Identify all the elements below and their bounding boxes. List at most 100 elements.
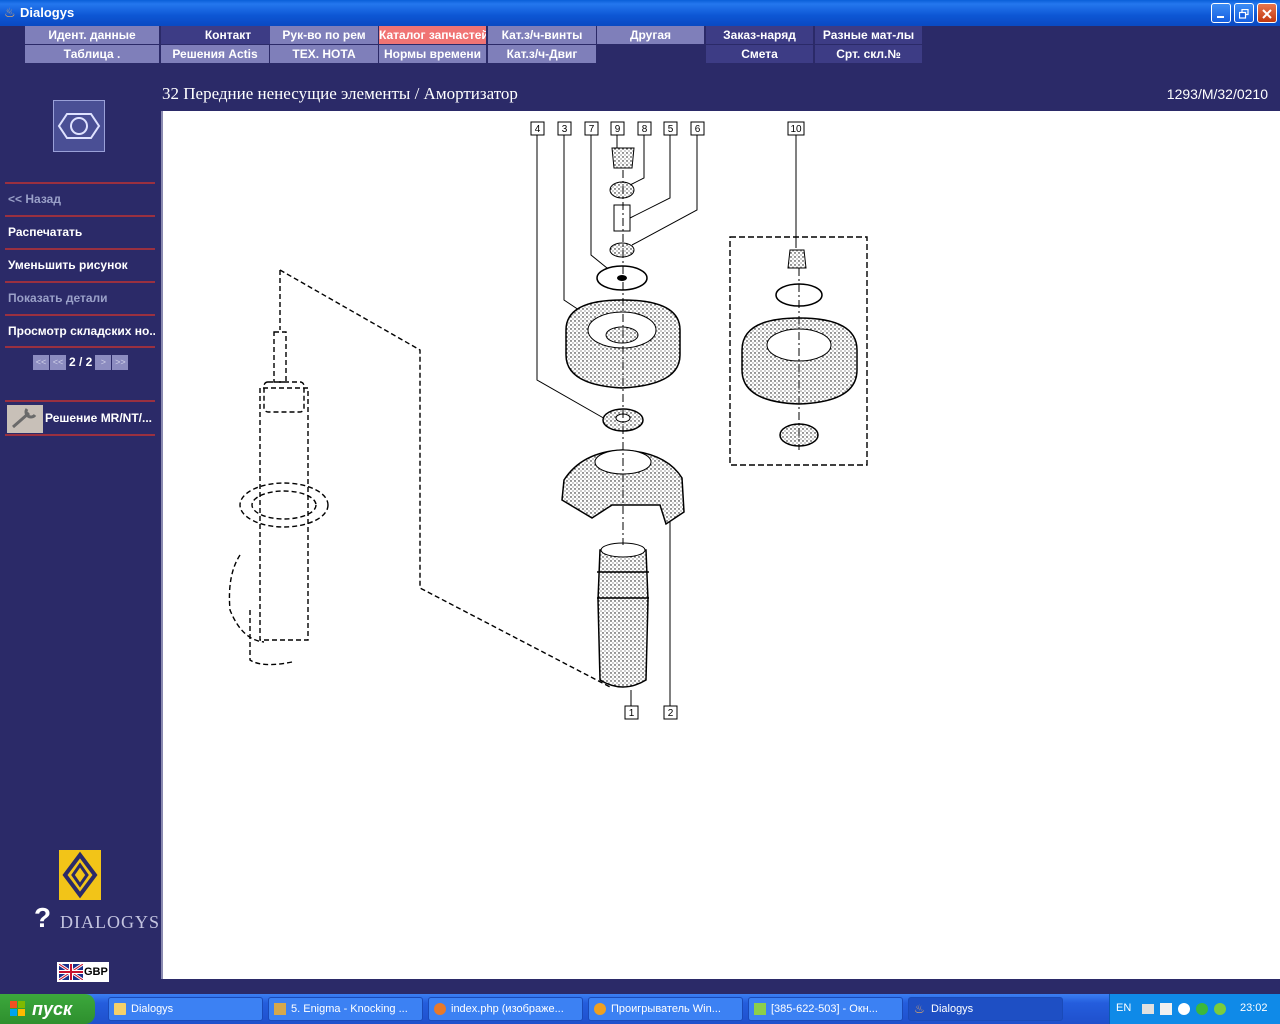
svg-text:8: 8: [642, 124, 648, 135]
firefox-icon: [434, 1003, 446, 1015]
page-title: 32 Передние ненесущие элементы / Амортиз…: [162, 84, 518, 103]
hex-nut-icon: [57, 113, 101, 139]
windows-logo-icon: [10, 1001, 25, 1016]
zoom-out-link[interactable]: Уменьшить рисунок: [5, 248, 155, 280]
callout-9[interactable]: 9: [610, 121, 625, 136]
pager-first-button[interactable]: <<: [33, 354, 49, 370]
menu-repair-manual[interactable]: Рук-во по рем: [270, 26, 378, 44]
menu-screws-catalog[interactable]: Кат.з/ч-винты: [488, 26, 596, 44]
wrench-icon: [7, 405, 43, 433]
print-link[interactable]: Распечатать: [5, 215, 155, 247]
renault-logo: [59, 850, 101, 900]
back-link[interactable]: << Назад: [5, 182, 155, 214]
java-cup-icon: ♨: [914, 1002, 925, 1016]
pager-prev-button[interactable]: <<: [50, 354, 66, 370]
svg-text:4: 4: [535, 124, 541, 135]
dust-boot-part-1[interactable]: [597, 542, 649, 688]
task-label: Dialogys: [931, 1003, 974, 1015]
task-icq[interactable]: [385-622-503] - Окн...: [748, 997, 903, 1021]
pager-last-button[interactable]: >>: [112, 354, 129, 370]
callout-3[interactable]: 3: [557, 121, 572, 136]
spacer-part-5[interactable]: [613, 204, 631, 232]
shock-absorber-diagram: 4 3 7 9 8 5 6 10 1 2: [228, 121, 868, 720]
icq-icon: [754, 1003, 766, 1015]
task-enigma[interactable]: 5. Enigma - Knocking ...: [268, 997, 423, 1021]
task-index-php[interactable]: index.php (изображе...: [428, 997, 583, 1021]
callout-8[interactable]: 8: [637, 121, 652, 136]
help-icon[interactable]: [1160, 1003, 1172, 1015]
sidebar: << Назад Распечатать Уменьшить рисунок П…: [0, 70, 160, 982]
cup-part-6[interactable]: [609, 242, 635, 258]
nut-part-9[interactable]: [611, 147, 635, 169]
restore-button[interactable]: [1234, 3, 1254, 23]
task-label: [385-622-503] - Окн...: [771, 1003, 878, 1015]
bolt-logo: [53, 100, 105, 152]
menu-parts-catalog[interactable]: Каталог запчастей: [379, 26, 486, 44]
callout-5[interactable]: 5: [663, 121, 678, 136]
pager-text: 2 / 2: [69, 355, 93, 369]
svg-text:5: 5: [668, 124, 674, 135]
task-label: Проигрыватель Win...: [611, 1003, 721, 1015]
svg-text:2: 2: [668, 708, 674, 719]
task-media-player[interactable]: Проигрыватель Win...: [588, 997, 743, 1021]
svg-text:10: 10: [790, 124, 802, 135]
solution-label: Решение MR/NT/...: [45, 411, 153, 425]
menu-time-norms[interactable]: Нормы времени: [379, 45, 486, 63]
system-tray: EN 23:02: [1109, 994, 1280, 1024]
language-indicator[interactable]: EN: [1116, 1002, 1131, 1014]
start-button[interactable]: пуск: [0, 994, 95, 1024]
callout-6[interactable]: 6: [690, 121, 705, 136]
language-code: GBP: [84, 966, 108, 978]
callout-4[interactable]: 4: [530, 121, 545, 136]
menu-actis-solutions[interactable]: Решения Actis: [161, 45, 269, 63]
network-icon[interactable]: [1196, 1003, 1208, 1015]
uk-flag-icon: [59, 964, 83, 980]
menu-work-order[interactable]: Заказ-наряд: [706, 26, 813, 44]
renault-diamond-icon: [62, 851, 98, 899]
callout-2[interactable]: 2: [663, 705, 678, 720]
icq-tray-icon[interactable]: [1214, 1003, 1226, 1015]
svg-text:9: 9: [615, 124, 621, 135]
dialogys-wordmark: DIALOGYS: [60, 912, 160, 932]
task-dialogys-folder[interactable]: Dialogys: [108, 997, 263, 1021]
kit-part-10[interactable]: [729, 236, 868, 466]
pager: << << 2 / 2 > >>: [33, 354, 129, 370]
parts-diagram-canvas[interactable]: 4 3 7 9 8 5 6 10 1 2: [161, 111, 1280, 979]
task-label: Dialogys: [131, 1003, 174, 1015]
solution-link[interactable]: Решение MR/NT/...: [5, 400, 155, 436]
close-button[interactable]: [1257, 3, 1277, 23]
menu-estimate[interactable]: Смета: [706, 45, 813, 63]
washer-part-8[interactable]: [609, 181, 635, 199]
menu-table[interactable]: Таблица .: [25, 45, 159, 63]
menu-engine-catalog[interactable]: Кат.з/ч-Двиг: [488, 45, 596, 63]
show-details-link[interactable]: Показать детали: [5, 281, 155, 313]
question-mark-icon: ?: [34, 902, 53, 933]
pager-next-button[interactable]: >: [95, 354, 112, 370]
keyboard-icon[interactable]: [1142, 1004, 1154, 1014]
chevron-left-icon[interactable]: [1178, 1003, 1190, 1015]
menu-warehouse-no[interactable]: Срт. скл.№: [815, 45, 922, 63]
menu-misc-materials[interactable]: Разные мат-лы: [815, 26, 922, 44]
restore-icon: [1238, 8, 1249, 19]
plate-part-7[interactable]: [596, 265, 648, 291]
warehouse-view-link[interactable]: Просмотр складских но...: [5, 314, 155, 348]
menu-other[interactable]: Другая: [597, 26, 704, 44]
callout-10[interactable]: 10: [787, 121, 805, 136]
task-dialogys-app[interactable]: ♨ Dialogys: [908, 997, 1063, 1021]
media-player-icon: [594, 1003, 606, 1015]
leader-lines: [536, 135, 797, 706]
minimize-button[interactable]: [1211, 3, 1231, 23]
task-label: index.php (изображе...: [451, 1003, 564, 1015]
window-titlebar: ♨ Dialogys: [0, 0, 1280, 26]
callout-7[interactable]: 7: [584, 121, 599, 136]
language-selector[interactable]: GBP: [57, 962, 109, 982]
window-title: Dialogys: [20, 5, 75, 20]
page-code: 1293/M/32/0210: [1166, 86, 1268, 102]
menu-tech-note[interactable]: ТЕХ. НОТА: [270, 45, 378, 63]
clock[interactable]: 23:02: [1240, 1002, 1268, 1014]
callout-1[interactable]: 1: [624, 705, 639, 720]
strut-outline: [228, 269, 613, 689]
menu-ident-data[interactable]: Идент. данные: [25, 26, 159, 44]
close-icon: [1262, 9, 1272, 19]
task-label: 5. Enigma - Knocking ...: [291, 1003, 408, 1015]
